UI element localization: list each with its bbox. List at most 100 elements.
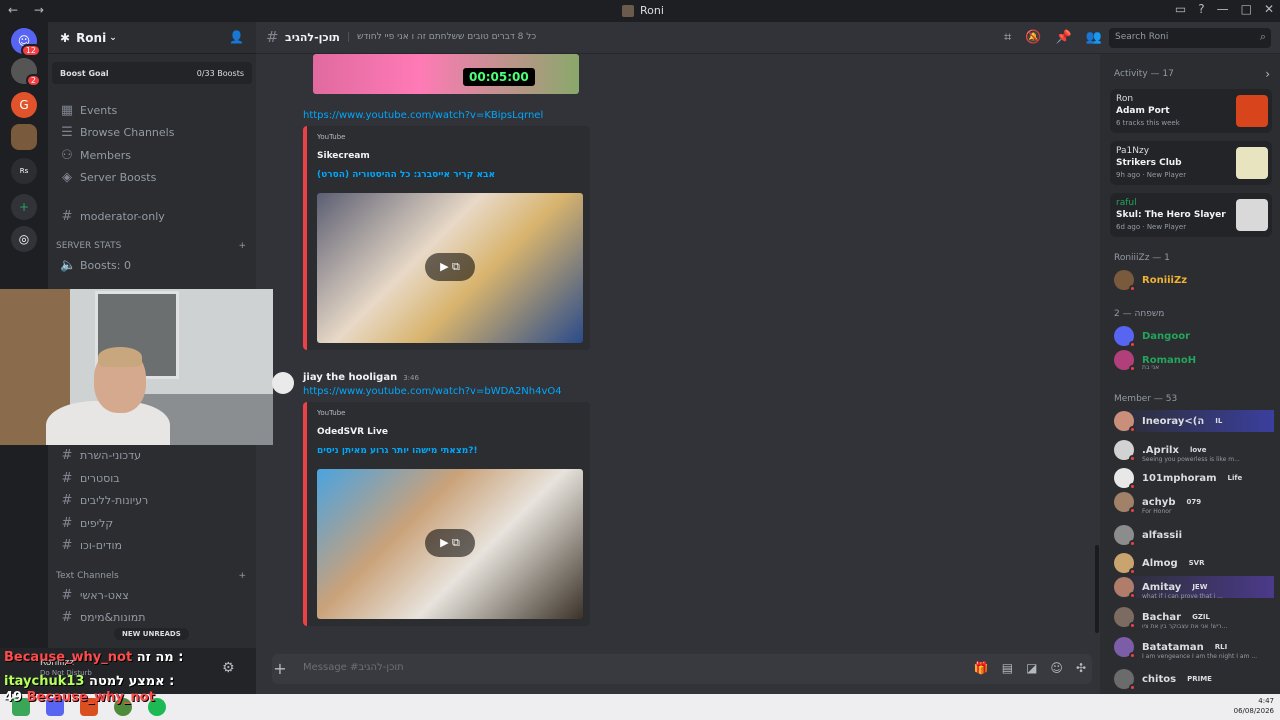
server-name: Roni (76, 30, 107, 45)
gift-icon[interactable]: 🎁 (974, 661, 989, 675)
new-unreads-pill[interactable]: NEW UNREADS (114, 628, 189, 640)
channel-boosts-count[interactable]: 🔈 Boosts: 0 (56, 254, 248, 276)
member-dangoor[interactable]: Dangoor (1114, 325, 1274, 348)
channel-updates[interactable]: # עדכוני-השרת (56, 444, 248, 466)
video-thumbnail[interactable]: ▶ ⧉ (317, 193, 583, 343)
guild-icon[interactable]: 2 (11, 58, 41, 87)
pin-icon[interactable]: 📌 (1056, 30, 1072, 45)
calendar-icon: ▦ (60, 102, 74, 118)
search-icon: ⌕ (1259, 30, 1266, 43)
member-achyb[interactable]: achyb 079 For Honor (1114, 491, 1274, 515)
status-dnd-icon (1129, 684, 1136, 691)
channel-members[interactable]: ⚇ Members (56, 144, 248, 166)
member-ineoray[interactable]: Ineoray<(ה IL (1114, 410, 1274, 433)
add-user-icon[interactable]: 👤 (229, 30, 244, 44)
message-link[interactable]: https://www.youtube.com/watch?v=KBipsLqr… (303, 110, 543, 121)
plus-icon[interactable]: + (238, 571, 246, 581)
category-text-channels[interactable]: Text Channels + (56, 571, 246, 581)
play-icon[interactable]: ▶ ⧉ (425, 529, 475, 557)
activity-card-ron[interactable]: Ron Adam Port 6 tracks this week (1110, 89, 1272, 133)
activity-card-painzy[interactable]: Pa1Nzy Strikers Club 9h ago · New Player (1110, 141, 1272, 185)
channel-ideas[interactable]: # רעיונות-לליבים (56, 489, 248, 511)
mute-bell-icon[interactable]: 🔕 (1025, 30, 1041, 45)
status-dnd-icon (1129, 540, 1136, 547)
channel-clips[interactable]: # קליפים (56, 512, 248, 534)
webcam-overlay (0, 289, 273, 445)
emoji-icon[interactable]: ☺ (1050, 661, 1063, 675)
embed-author[interactable]: OdedSVR Live (317, 427, 388, 437)
add-server-icon[interactable]: + (11, 194, 37, 220)
member-amitay[interactable]: Amitay JEW what if i can prove that i ... (1114, 576, 1274, 600)
clock-time: 4:47 (1258, 697, 1274, 705)
message-link[interactable]: https://www.youtube.com/watch?v=bWDA2Nh4… (303, 386, 562, 397)
boost-goal-bar[interactable]: Boost Goal 0/33 Boosts (52, 62, 252, 84)
activity-card-raful[interactable]: raful Skul: The Hero Slayer 6d ago · New… (1110, 193, 1272, 237)
apps-icon[interactable]: ✣ (1076, 661, 1086, 675)
nav-arrows[interactable]: ← → (8, 3, 50, 17)
member-alfassii[interactable]: alfassii (1114, 524, 1274, 547)
channel-title: תוכן-להגיב (285, 31, 340, 44)
channel-browse[interactable]: ☰ Browse Channels (56, 121, 248, 143)
close-button[interactable]: ✕ (1264, 2, 1274, 16)
channel-main-chat[interactable]: # צאט-ראשי (56, 584, 248, 606)
avatar (1114, 607, 1136, 629)
server-header[interactable]: ✱ Roni ⌄ 👤 (48, 22, 256, 54)
channel-server-boosts[interactable]: ◈ Server Boosts (56, 166, 248, 188)
search-input[interactable]: Search Roni ⌕ (1109, 28, 1271, 48)
channel-events[interactable]: ▦ Events (56, 99, 248, 121)
member-101mphoram[interactable]: 101mphoram Life (1114, 467, 1274, 490)
chevron-down-icon: ⌄ (109, 32, 117, 43)
help-icon[interactable]: ? (1198, 2, 1204, 16)
video-thumbnail-timer[interactable]: 00:05:00 (313, 54, 579, 94)
minimize-button[interactable]: — (1217, 2, 1229, 16)
embed-author[interactable]: Sikecream (317, 151, 370, 161)
members-icon: ⚇ (61, 147, 73, 163)
member-status: For Honor (1142, 508, 1172, 515)
member-status: Seeing you powerless is like m... (1142, 456, 1240, 463)
member-list-icon[interactable]: 👥 (1086, 30, 1102, 45)
member-romanoh[interactable]: RomanoH אני בת (1114, 349, 1274, 372)
member-chitos[interactable]: chitos PRIME (1114, 668, 1274, 691)
embed-title[interactable]: מצאתי מישהו יותר גרוע מאיתן ניסים?! (317, 446, 478, 456)
status-dnd-icon (1129, 426, 1136, 433)
member-roniiizz[interactable]: RoniiiZz (1114, 269, 1274, 292)
channel-media[interactable]: # תמונות&מימס (56, 606, 248, 628)
message-input[interactable]: + Message #תוכן-להגיב 🎁 ▤ ◪ ☺ ✣ (272, 654, 1092, 684)
guild-folder[interactable]: Rs (11, 158, 37, 184)
role-header: משפחה — 2 (1114, 309, 1165, 319)
scrollbar[interactable] (1095, 545, 1099, 633)
mention-badge: 12 (20, 44, 41, 57)
channel-topic[interactable]: כל 8 דברים טובים ששלחתם זה ו אני פיי לחו… (348, 32, 536, 42)
maximize-button[interactable]: □ (1241, 2, 1252, 16)
guild-icon-roni[interactable] (11, 124, 37, 150)
play-icon[interactable]: ▶ ⧉ (425, 253, 475, 281)
add-attachment-icon[interactable]: + (272, 659, 288, 678)
chevron-right-icon[interactable]: › (1265, 67, 1270, 81)
discover-icon[interactable]: ◎ (11, 226, 37, 252)
member-almog[interactable]: Almog SVR (1114, 552, 1274, 575)
guild-icon-g[interactable]: G (11, 92, 37, 118)
system-clock[interactable]: 4:47 06/08/2026 (1234, 696, 1274, 716)
avatar (1114, 326, 1136, 348)
channel-label: Boosts: 0 (80, 258, 131, 272)
inbox-icon[interactable]: ▭ (1175, 2, 1186, 16)
channel-moderator-only[interactable]: # moderator-only (56, 205, 248, 227)
video-thumbnail[interactable]: ▶ ⧉ (317, 469, 583, 619)
threads-icon[interactable]: ⌗ (1004, 30, 1011, 45)
channel-thanks[interactable]: # מודים-וכו (56, 534, 248, 556)
avatar[interactable] (272, 372, 294, 394)
member-name: RoniiiZz (1142, 274, 1188, 286)
sticker-icon[interactable]: ◪ (1026, 661, 1037, 675)
message-author[interactable]: jiay the hooligan (303, 372, 397, 383)
category-label: SERVER STATS (56, 241, 122, 251)
gif-icon[interactable]: ▤ (1002, 661, 1013, 675)
home-icon[interactable]: ☺ 12 (11, 28, 41, 57)
member-name: 101mphoram (1142, 472, 1217, 484)
category-server-stats[interactable]: SERVER STATS + (56, 241, 246, 251)
member-batataman[interactable]: Batataman RLI I am vengeance I am the nigh… (1114, 636, 1274, 660)
member-aprilx[interactable]: .Aprilx love Seeing you powerless is like … (1114, 439, 1274, 463)
channel-boosters[interactable]: # בוסטרים (56, 467, 248, 489)
member-bachar[interactable]: Bachar GZIL ריש! אני את עצבוקר בין את ציו.… (1114, 606, 1274, 630)
plus-icon[interactable]: + (238, 241, 246, 251)
embed-title[interactable]: אבא קריר אייסברג: כל ההיסטוריה (הסרט) (317, 170, 495, 180)
